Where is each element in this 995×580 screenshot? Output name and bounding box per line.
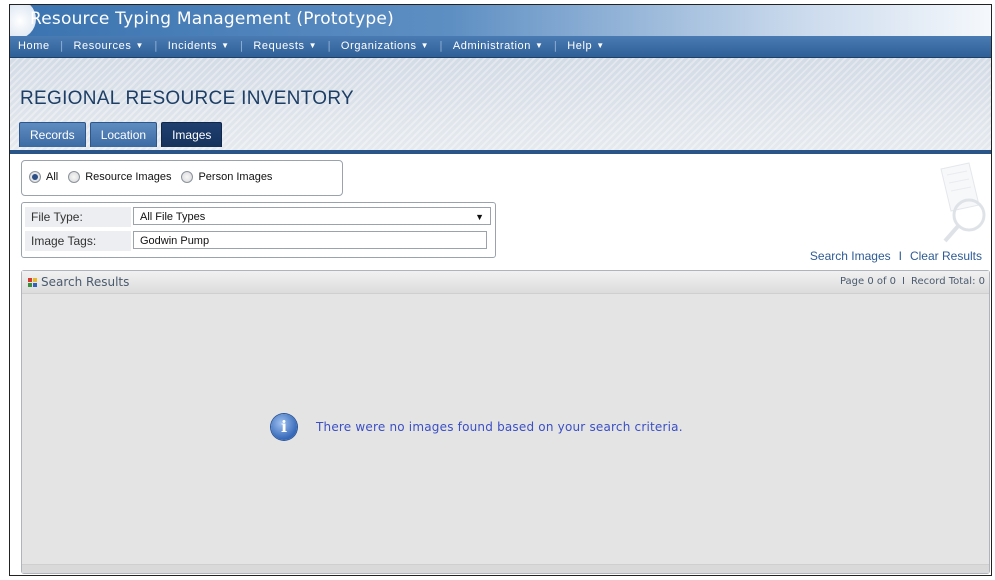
file-type-select[interactable]: All File Types ▼ [133,207,491,225]
chevron-down-icon: ▼ [135,41,144,50]
image-type-filter: All Resource Images Person Images [21,160,343,196]
chevron-down-icon: ▼ [596,41,605,50]
search-results-panel: Search Results Page 0 of 0 I Record Tota… [21,270,990,574]
page-info: Page 0 of 0 [839,276,897,287]
dropdown-arrow-icon: ▼ [475,212,484,222]
page-title: REGIONAL RESOURCE INVENTORY [20,88,354,109]
empty-state: i There were no images found based on yo… [271,414,683,440]
title-bar: Resource Typing Management (Prototype) [10,5,991,39]
nav-separator: | [439,39,443,52]
main-nav: Home | Resources ▼ | Incidents ▼ | Request… [10,36,991,58]
app-window: Resource Typing Management (Prototype) H… [9,4,992,576]
file-type-value: All File Types [140,211,206,223]
nav-incidents[interactable]: Incidents ▼ [168,40,230,52]
tab-bar: Records Location Images [19,122,226,147]
image-tags-value: Godwin Pump [140,235,210,247]
search-criteria: File Type: All File Types ▼ Image Tags: … [21,202,496,258]
paging-info: Page 0 of 0 I Record Total: 0 [840,276,985,287]
page-header: REGIONAL RESOURCE INVENTORY Records Loca… [10,58,991,154]
images-panel: All Resource Images Person Images File T… [10,154,991,575]
chevron-down-icon: ▼ [420,41,430,50]
nav-organizations[interactable]: Organizations ▼ [341,40,429,52]
link-separator: I [898,249,902,263]
radio-resource-images-label: Resource Images [85,171,172,183]
image-tags-label: Image Tags: [25,231,131,251]
nav-help[interactable]: Help ▼ [567,40,605,52]
file-type-label: File Type: [25,207,131,227]
record-total: Record Total: 0 [911,276,985,287]
chevron-down-icon: ▼ [534,41,544,50]
tab-images[interactable]: Images [161,122,223,147]
image-tags-input[interactable]: Godwin Pump [133,231,487,249]
nav-separator: | [553,39,558,52]
info-icon: i [271,414,297,440]
nav-requests[interactable]: Requests ▼ [253,40,317,52]
radio-person-images-label: Person Images [198,171,273,183]
paging-separator: I [902,276,905,287]
nav-separator: | [239,39,244,52]
nav-separator: | [59,39,64,52]
nav-separator: | [327,39,331,52]
app-title: Resource Typing Management (Prototype) [30,9,394,29]
chevron-down-icon: ▼ [308,41,318,50]
nav-separator: | [153,39,158,52]
clear-results-link[interactable]: Clear Results [910,249,982,263]
search-actions: Search Images I Clear Results [810,249,982,263]
nav-administration[interactable]: Administration ▼ [453,40,544,52]
results-header: Search Results Page 0 of 0 I Record Tota… [22,271,989,294]
chevron-down-icon: ▼ [221,41,230,50]
radio-resource-images[interactable] [68,171,81,183]
nav-home[interactable]: Home [18,40,50,52]
tab-location[interactable]: Location [89,122,158,147]
magnifier-watermark-icon [940,162,986,243]
radio-person-images[interactable] [181,171,194,183]
results-title: Search Results [41,275,130,289]
empty-message: There were no images found based on your… [316,420,683,434]
radio-all[interactable] [29,171,41,183]
search-images-link[interactable]: Search Images [810,249,891,263]
tab-records[interactable]: Records [19,122,86,147]
radio-all-label: All [46,171,59,183]
results-footer [22,564,989,573]
grid-icon [28,277,37,287]
nav-resources[interactable]: Resources ▼ [73,40,144,52]
